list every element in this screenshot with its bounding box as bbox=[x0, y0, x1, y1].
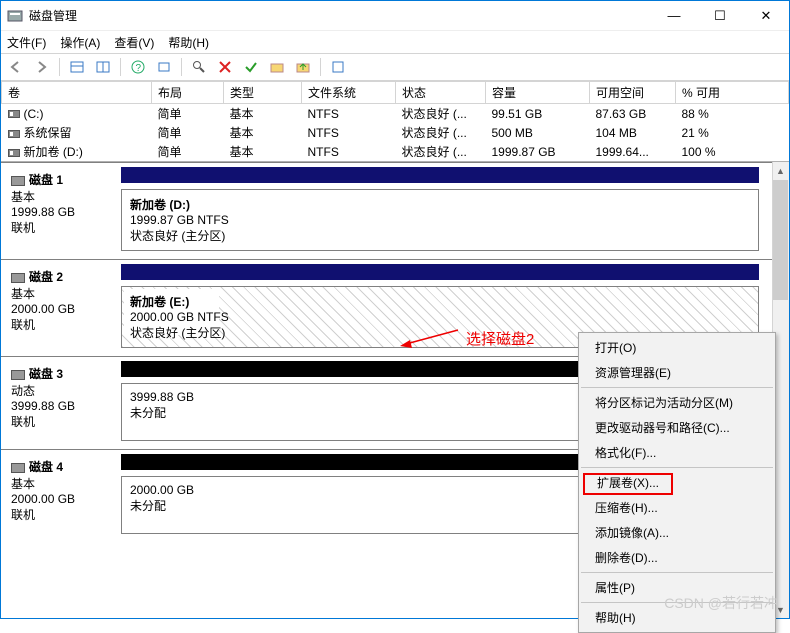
back-button[interactable] bbox=[5, 56, 27, 78]
disk-icon bbox=[11, 273, 25, 283]
col-status[interactable]: 状态 bbox=[396, 82, 486, 104]
close-button[interactable]: ✕ bbox=[743, 1, 789, 31]
ctx-properties[interactable]: 属性(P) bbox=[581, 575, 773, 600]
ctx-add-mirror[interactable]: 添加镜像(A)... bbox=[581, 520, 773, 545]
maximize-button[interactable]: ☐ bbox=[697, 1, 743, 31]
ctx-help[interactable]: 帮助(H) bbox=[581, 605, 773, 630]
separator bbox=[181, 58, 182, 76]
col-free[interactable]: 可用空间 bbox=[590, 82, 676, 104]
window-title: 磁盘管理 bbox=[29, 7, 651, 24]
menubar: 文件(F) 操作(A) 查看(V) 帮助(H) bbox=[1, 31, 789, 53]
col-fs[interactable]: 文件系统 bbox=[302, 82, 396, 104]
disk-label[interactable]: 磁盘 3动态3999.88 GB联机 bbox=[1, 357, 119, 449]
help-icon[interactable]: ? bbox=[127, 56, 149, 78]
ctx-separator bbox=[581, 602, 773, 603]
highlight-box: 扩展卷(X)... bbox=[583, 473, 673, 495]
disk-label[interactable]: 磁盘 1基本1999.88 GB联机 bbox=[1, 163, 119, 259]
menu-action[interactable]: 操作(A) bbox=[60, 34, 100, 51]
volume-icon bbox=[8, 110, 20, 118]
titlebar: 磁盘管理 — ☐ ✕ bbox=[1, 1, 789, 31]
options-icon[interactable] bbox=[153, 56, 175, 78]
disk-body: 新加卷 (D:)1999.87 GB NTFS状态良好 (主分区) bbox=[119, 163, 789, 259]
ctx-explorer[interactable]: 资源管理器(E) bbox=[581, 360, 773, 385]
separator bbox=[320, 58, 321, 76]
ctx-change-letter[interactable]: 更改驱动器号和路径(C)... bbox=[581, 415, 773, 440]
minimize-button[interactable]: — bbox=[651, 1, 697, 31]
search-icon[interactable] bbox=[188, 56, 210, 78]
volume-icon bbox=[8, 130, 20, 138]
ctx-delete-volume[interactable]: 删除卷(D)... bbox=[581, 545, 773, 570]
disk-row: 磁盘 1基本1999.88 GB联机新加卷 (D:)1999.87 GB NTF… bbox=[1, 162, 789, 259]
disk-label[interactable]: 磁盘 4基本2000.00 GB联机 bbox=[1, 450, 119, 542]
col-capacity[interactable]: 容量 bbox=[486, 82, 590, 104]
view-icon[interactable] bbox=[66, 56, 88, 78]
menu-file[interactable]: 文件(F) bbox=[7, 34, 46, 51]
partition[interactable]: 新加卷 (D:)1999.87 GB NTFS状态良好 (主分区) bbox=[121, 189, 759, 251]
disk-label[interactable]: 磁盘 2基本2000.00 GB联机 bbox=[1, 260, 119, 356]
col-volume[interactable]: 卷 bbox=[2, 82, 152, 104]
app-icon bbox=[7, 8, 23, 24]
table-row[interactable]: 新加卷 (D:)简单基本NTFS状态良好 (...1999.87 GB1999.… bbox=[2, 142, 789, 161]
ctx-shrink-volume[interactable]: 压缩卷(H)... bbox=[581, 495, 773, 520]
context-menu: 打开(O) 资源管理器(E) 将分区标记为活动分区(M) 更改驱动器号和路径(C… bbox=[578, 332, 776, 633]
scroll-up-icon[interactable]: ▲ bbox=[773, 162, 788, 179]
view2-icon[interactable] bbox=[92, 56, 114, 78]
svg-text:?: ? bbox=[136, 63, 142, 74]
ctx-separator bbox=[581, 572, 773, 573]
separator bbox=[59, 58, 60, 76]
scroll-thumb[interactable] bbox=[773, 180, 788, 300]
volume-table: 卷 布局 类型 文件系统 状态 容量 可用空间 % 可用 (C:)简单基本NTF… bbox=[1, 81, 789, 162]
disk-icon bbox=[11, 463, 25, 473]
settings-icon[interactable] bbox=[327, 56, 349, 78]
ctx-separator bbox=[581, 467, 773, 468]
delete-icon[interactable] bbox=[214, 56, 236, 78]
disk-icon bbox=[11, 176, 25, 186]
col-pct[interactable]: % 可用 bbox=[676, 82, 789, 104]
ctx-extend-volume[interactable]: 扩展卷(X)... bbox=[581, 470, 773, 495]
col-layout[interactable]: 布局 bbox=[152, 82, 224, 104]
table-row[interactable]: 系统保留简单基本NTFS状态良好 (...500 MB104 MB21 % bbox=[2, 123, 789, 142]
ctx-format[interactable]: 格式化(F)... bbox=[581, 440, 773, 465]
separator bbox=[120, 58, 121, 76]
col-type[interactable]: 类型 bbox=[224, 82, 302, 104]
table-row[interactable]: (C:)简单基本NTFS状态良好 (...99.51 GB87.63 GB88 … bbox=[2, 104, 789, 124]
ctx-mark-active[interactable]: 将分区标记为活动分区(M) bbox=[581, 390, 773, 415]
volume-icon bbox=[8, 149, 20, 157]
window-buttons: — ☐ ✕ bbox=[651, 1, 789, 31]
toolbar: ? bbox=[1, 53, 789, 81]
forward-button[interactable] bbox=[31, 56, 53, 78]
check-icon[interactable] bbox=[240, 56, 262, 78]
ctx-separator bbox=[581, 387, 773, 388]
disk-header-strip bbox=[121, 167, 759, 183]
folder-up-icon[interactable] bbox=[292, 56, 314, 78]
folder-icon[interactable] bbox=[266, 56, 288, 78]
disk-icon bbox=[11, 370, 25, 380]
ctx-open[interactable]: 打开(O) bbox=[581, 335, 773, 360]
menu-view[interactable]: 查看(V) bbox=[114, 34, 154, 51]
disk-header-strip bbox=[121, 264, 759, 280]
menu-help[interactable]: 帮助(H) bbox=[168, 34, 209, 51]
